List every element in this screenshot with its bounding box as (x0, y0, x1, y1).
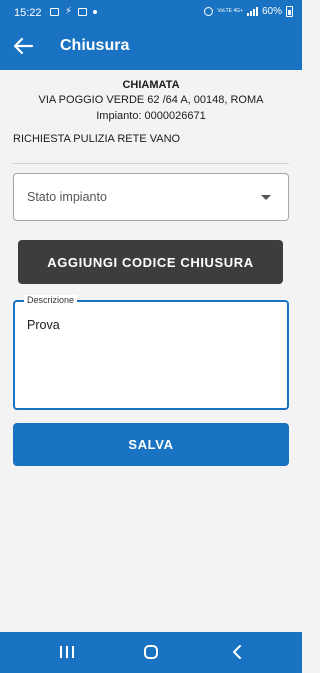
dropdown-arrow-icon (261, 195, 271, 200)
plant-code: Impianto: 0000026671 (96, 110, 206, 122)
system-navigation-bar (0, 632, 302, 673)
battery-icon (286, 6, 293, 17)
app-bar: 15:22 ⚡ VoLTE 4G+ 60% Chiusura (0, 0, 302, 70)
page-title: Chiusura (60, 37, 130, 54)
recent-apps-icon[interactable] (60, 646, 74, 658)
status-time: 15:22 (14, 7, 42, 19)
stato-impianto-placeholder: Stato impianto (27, 190, 107, 204)
add-closure-code-button[interactable]: AGGIUNGI CODICE CHIUSURA (18, 240, 283, 284)
home-icon[interactable] (144, 645, 158, 659)
battery-percentage: 60% (261, 6, 282, 17)
missed-call-icon: ⚡ (65, 6, 73, 17)
signal-icon (246, 7, 258, 16)
request-description: RICHIESTA PULIZIA RETE VANO (13, 133, 181, 145)
descrizione-value: Prova (27, 318, 60, 332)
message-notification-icon (78, 8, 88, 16)
nav-back-icon[interactable] (231, 645, 243, 659)
stato-impianto-select[interactable]: Stato impianto (13, 173, 289, 221)
descrizione-field[interactable]: Descrizione Prova (13, 295, 289, 410)
alarm-icon (204, 7, 214, 16)
call-heading: CHIAMATA (122, 79, 180, 91)
status-bar: 15:22 ⚡ VoLTE 4G+ 60% (0, 0, 302, 28)
call-address: VIA POGGIO VERDE 62 /64 A, 00148, ROMA (38, 94, 264, 106)
back-arrow-icon[interactable] (12, 36, 34, 56)
system-icons: VoLTE 4G+ 60% (204, 6, 293, 17)
descrizione-label: Descrizione (24, 295, 78, 305)
network-type-icon: VoLTE 4G+ (217, 8, 243, 14)
notification-icons: ⚡ (50, 6, 98, 17)
more-notifications-icon (93, 10, 98, 14)
gallery-notification-icon (50, 8, 59, 16)
save-button[interactable]: SALVA (13, 423, 289, 466)
divider (13, 163, 289, 164)
